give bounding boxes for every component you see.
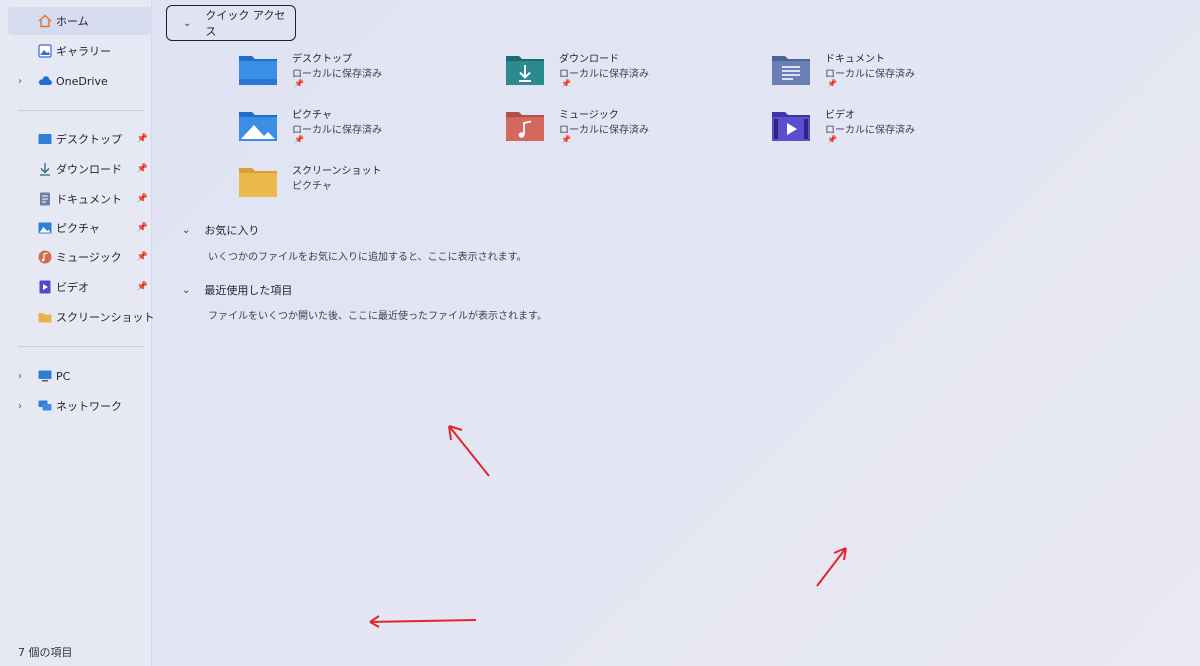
sidebar-item-downloads[interactable]: ダウンロード 📌 [8,155,152,183]
music-icon [38,250,52,264]
item-location: ピクチャ [292,181,332,192]
pin-icon[interactable]: 📌 [561,79,571,88]
pin-icon[interactable]: 📌 [827,79,837,88]
document-folder-icon [772,56,810,85]
item-name: ダウンロード [559,54,619,65]
pin-icon[interactable]: 📌 [294,135,304,144]
sidebar-item-network[interactable]: › ネットワーク [0,392,152,420]
picture-folder-icon [239,112,277,141]
item-name: デスクトップ [292,54,352,65]
pin-icon[interactable]: 📌 [137,223,148,233]
sidebar-item-home[interactable]: ホーム [8,7,152,35]
sidebar-item-documents[interactable]: ドキュメント 📌 [8,185,152,213]
annotation-arrow-icon [448,425,490,477]
sidebar-item-label: ダウンロード [56,163,122,176]
cloud-icon [38,74,52,88]
music-folder-icon [506,112,544,141]
pin-icon[interactable]: 📌 [137,134,148,144]
item-name: ミュージック [559,110,619,121]
item-location: ローカルに保存済み [559,125,649,136]
sidebar-item-gallery[interactable]: ギャラリー [8,37,152,65]
picture-icon [38,221,52,235]
pin-icon[interactable]: 📌 [137,164,148,174]
home-icon [38,14,52,28]
chevron-down-icon[interactable]: ⌄ [182,285,190,296]
gallery-icon [38,44,52,58]
document-icon [38,192,52,206]
download-icon [38,162,52,176]
pc-icon [38,369,52,383]
sidebar-item-label: OneDrive [56,74,108,88]
network-icon [38,399,52,413]
chevron-down-icon[interactable]: ⌄ [183,18,191,29]
sidebar-item-music[interactable]: ミュージック 📌 [8,243,152,271]
chevron-down-icon[interactable]: ⌄ [182,225,190,236]
item-name: ビデオ [825,110,855,121]
section-title: お気に入り [204,224,260,237]
sidebar-item-label: ネットワーク [56,400,122,413]
section-title: クイック アクセス [205,9,286,38]
sidebar-divider [18,346,144,347]
pin-icon[interactable]: 📌 [827,135,837,144]
sidebar-item-label: スクリーンショット [56,311,155,324]
pin-icon[interactable]: 📌 [137,194,148,204]
desktop-folder-icon [239,56,277,85]
item-location: ローカルに保存済み [292,125,382,136]
sidebar-item-label: ピクチャ [56,222,100,235]
sidebar-divider [18,110,144,111]
annotation-arrow-icon [816,547,847,587]
sidebar-item-label: デスクトップ [56,133,122,146]
item-location: ローカルに保存済み [559,69,649,80]
item-location: ローカルに保存済み [825,69,915,80]
pin-icon[interactable]: 📌 [561,135,571,144]
chevron-right-icon[interactable]: › [18,371,22,382]
section-title: 最近使用した項目 [204,284,293,297]
download-folder-icon [506,56,544,85]
sidebar-item-label: PC [56,369,71,383]
navigation-pane: ホーム ギャラリー › OneDrive デスクトップ 📌 ダウンロード 📌 ド… [0,0,155,666]
quick-access-screenshots[interactable]: スクリーンショット ピクチャ [238,162,498,212]
quick-access-music[interactable]: ミュージック ローカルに保存済み 📌 [505,106,765,156]
sidebar-item-label: ドキュメント [56,193,122,206]
favorites-header[interactable]: ⌄ お気に入り [182,222,259,238]
quick-access-videos[interactable]: ビデオ ローカルに保存済み 📌 [771,106,1031,156]
quick-access-pictures[interactable]: ピクチャ ローカルに保存済み 📌 [238,106,498,156]
desktop-icon [38,132,52,146]
quick-access-desktop[interactable]: デスクトップ ローカルに保存済み 📌 [238,50,498,100]
item-name: スクリーンショット [292,166,382,177]
sidebar-item-videos[interactable]: ビデオ 📌 [8,273,152,301]
chevron-right-icon[interactable]: › [18,76,22,87]
recent-empty-message: ファイルをいくつか開いた後、ここに最近使ったファイルが表示されます。 [208,311,547,322]
sidebar-item-label: ビデオ [56,281,89,294]
pin-icon[interactable]: 📌 [137,252,148,262]
sidebar-item-pictures[interactable]: ピクチャ 📌 [8,214,152,242]
sidebar-item-label: ホーム [56,15,89,28]
sidebar-item-onedrive[interactable]: › OneDrive [0,67,152,95]
video-icon [38,280,52,294]
sidebar-item-label: ミュージック [56,251,122,264]
sidebar-item-desktop[interactable]: デスクトップ 📌 [8,125,152,153]
item-location: ローカルに保存済み [825,125,915,136]
item-name: ピクチャ [292,110,332,121]
sidebar-item-screenshots[interactable]: スクリーンショット [8,303,155,331]
sidebar-item-label: ギャラリー [56,45,111,58]
status-bar-item-count: 7 個の項目 [18,646,73,659]
item-name: ドキュメント [825,54,885,65]
favorites-empty-message: いくつかのファイルをお気に入りに追加すると、ここに表示されます。 [208,252,527,263]
yellow-folder-icon [239,168,277,197]
video-folder-icon [772,112,810,141]
quick-access-header[interactable]: ⌄ クイック アクセス [166,5,296,41]
recent-header[interactable]: ⌄ 最近使用した項目 [182,282,292,298]
pin-icon[interactable]: 📌 [137,282,148,292]
folder-icon [38,310,52,324]
annotation-arrow-icon [369,615,477,628]
sidebar-item-pc[interactable]: › PC [0,362,152,390]
pin-icon[interactable]: 📌 [294,79,304,88]
item-location: ローカルに保存済み [292,69,382,80]
chevron-right-icon[interactable]: › [18,401,22,412]
quick-access-documents[interactable]: ドキュメント ローカルに保存済み 📌 [771,50,1031,100]
quick-access-downloads[interactable]: ダウンロード ローカルに保存済み 📌 [505,50,765,100]
